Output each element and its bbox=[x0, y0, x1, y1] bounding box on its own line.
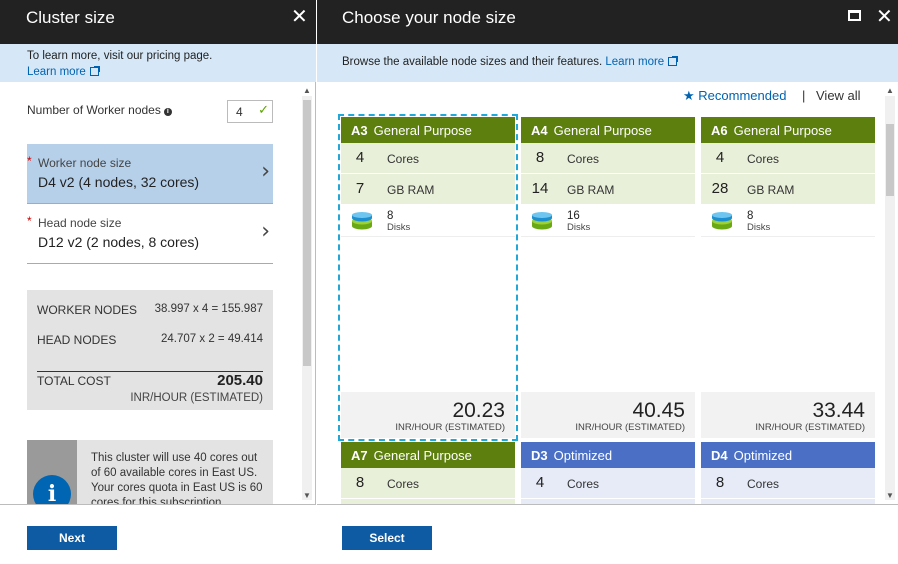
disks-row: 8 Disks bbox=[701, 205, 875, 237]
head-node-size-label: Head node size bbox=[38, 216, 122, 230]
card-header: A3 General Purpose bbox=[341, 117, 515, 143]
quota-notice: i This cluster will use 40 cores out of … bbox=[27, 440, 273, 504]
node-card-a6[interactable]: A6 General Purpose 4 Cores 28 GB RAM 8 Disk… bbox=[701, 117, 875, 438]
disks-row: 16 Disks bbox=[521, 205, 695, 237]
node-card-d3[interactable]: D3 Optimized 4 Cores bbox=[521, 442, 695, 504]
node-size-grid: A3 General Purpose 4 Cores 7 GB RAM 8 Disks… bbox=[317, 114, 883, 504]
filter-separator: | bbox=[802, 88, 806, 103]
cluster-size-blade: Cluster size ✕ To learn more, visit our … bbox=[0, 0, 316, 564]
blade-title: Cluster size bbox=[26, 8, 115, 27]
card-header: D3 Optimized bbox=[521, 442, 695, 468]
chevron-right-icon: › bbox=[261, 219, 270, 244]
blade-footer: Select bbox=[317, 504, 898, 564]
scrollbar[interactable]: ▲ ▼ bbox=[302, 86, 312, 500]
worker-node-size-label: Worker node size bbox=[38, 156, 132, 170]
select-button[interactable]: Select bbox=[342, 526, 432, 550]
learn-more-link[interactable]: Learn more bbox=[605, 56, 679, 68]
cost-summary: WORKER NODES 38.997 x 4 = 155.987 HEAD N… bbox=[27, 290, 273, 410]
filter-recommended[interactable]: ★ Recommended bbox=[683, 88, 786, 104]
node-card-a4[interactable]: A4 General Purpose 8 Cores 14 GB RAM 16 Dis… bbox=[521, 117, 695, 438]
scroll-up-icon[interactable]: ▲ bbox=[303, 86, 311, 95]
info-text: Browse the available node sizes and thei… bbox=[342, 56, 603, 68]
head-node-size-selector[interactable]: * Head node size D12 v2 (2 nodes, 8 core… bbox=[27, 204, 273, 264]
cores-row: 4 Cores bbox=[341, 143, 515, 174]
card-price: 20.23 INR/HOUR (ESTIMATED) bbox=[341, 392, 515, 438]
cores-row: 8 Cores bbox=[521, 143, 695, 174]
total-cost-unit: INR/HOUR (ESTIMATED) bbox=[130, 392, 263, 404]
card-body bbox=[701, 237, 875, 392]
head-node-size-value: D12 v2 (2 nodes, 8 cores) bbox=[38, 234, 200, 250]
scrollbar-thumb[interactable] bbox=[886, 124, 894, 196]
card-header: A7 General Purpose bbox=[341, 442, 515, 468]
disk-icon bbox=[712, 212, 732, 230]
info-text: To learn more, visit our pricing page. bbox=[27, 50, 213, 62]
info-bar: To learn more, visit our pricing page. L… bbox=[0, 44, 316, 82]
ram-row: 28 GB RAM bbox=[701, 174, 875, 205]
node-card-d4[interactable]: D4 Optimized 8 Cores bbox=[701, 442, 875, 504]
node-size-blade: Choose your node size ✕ Browse the avail… bbox=[317, 0, 898, 564]
worker-cost-value: 38.997 x 4 = 155.987 bbox=[154, 303, 263, 315]
close-icon[interactable]: ✕ bbox=[291, 6, 308, 28]
head-cost-value: 24.707 x 2 = 49.414 bbox=[161, 333, 263, 345]
card-price: 40.45 INR/HOUR (ESTIMATED) bbox=[521, 392, 695, 438]
maximize-icon[interactable] bbox=[848, 10, 861, 21]
learn-more-link[interactable]: Learn more bbox=[27, 66, 100, 78]
external-link-icon bbox=[668, 56, 679, 66]
scroll-up-icon[interactable]: ▲ bbox=[886, 86, 894, 95]
disk-icon bbox=[352, 212, 372, 230]
scrollbar[interactable]: ▲ ▼ bbox=[885, 86, 895, 500]
chevron-right-icon: › bbox=[261, 159, 270, 184]
blade-header: Cluster size ✕ bbox=[0, 0, 316, 44]
cores-row: 4 Cores bbox=[701, 143, 875, 174]
worker-node-size-selector[interactable]: * Worker node size D4 v2 (4 nodes, 32 co… bbox=[27, 144, 273, 204]
blade-footer: Next bbox=[0, 504, 316, 564]
worker-cost-label: WORKER NODES bbox=[37, 303, 138, 317]
card-body bbox=[521, 237, 695, 392]
head-cost-label: HEAD NODES bbox=[37, 333, 117, 347]
info-icon[interactable]: i bbox=[163, 108, 172, 116]
scroll-down-icon[interactable]: ▼ bbox=[886, 491, 894, 500]
cores-row: 4 Cores bbox=[521, 468, 695, 499]
checkmark-icon: ✓ bbox=[258, 102, 269, 117]
card-price: 33.44 INR/HOUR (ESTIMATED) bbox=[701, 392, 875, 438]
blade-header: Choose your node size ✕ bbox=[317, 0, 898, 44]
external-link-icon bbox=[89, 66, 100, 76]
cores-row: 8 Cores bbox=[701, 468, 875, 499]
required-asterisk: * bbox=[27, 154, 32, 168]
divider bbox=[27, 263, 273, 264]
card-header: A6 General Purpose bbox=[701, 117, 875, 143]
worker-count-input[interactable]: 4 ✓ bbox=[227, 100, 273, 123]
total-cost-label: TOTAL COST bbox=[37, 374, 111, 388]
card-body bbox=[341, 237, 515, 392]
disk-icon bbox=[532, 212, 552, 230]
quota-text: This cluster will use 40 cores out of 60… bbox=[91, 452, 263, 504]
scrollbar-thumb[interactable] bbox=[303, 100, 311, 366]
disks-row: 8 Disks bbox=[341, 205, 515, 237]
card-header: A4 General Purpose bbox=[521, 117, 695, 143]
node-card-a7[interactable]: A7 General Purpose 8 Cores bbox=[341, 442, 515, 504]
star-icon: ★ bbox=[683, 88, 695, 103]
next-button[interactable]: Next bbox=[27, 526, 117, 550]
worker-node-size-value: D4 v2 (4 nodes, 32 cores) bbox=[38, 174, 200, 190]
worker-count-row: Number of Worker nodes i 4 ✓ bbox=[27, 100, 273, 126]
required-asterisk: * bbox=[27, 214, 32, 228]
blade-title: Choose your node size bbox=[342, 8, 516, 27]
node-card-a3[interactable]: A3 General Purpose 4 Cores 7 GB RAM 8 Disks… bbox=[338, 114, 518, 441]
info-bar: Browse the available node sizes and thei… bbox=[317, 44, 898, 82]
cores-row: 8 Cores bbox=[341, 468, 515, 499]
ram-row: 14 GB RAM bbox=[521, 174, 695, 205]
worker-count-label: Number of Worker nodes i bbox=[27, 103, 172, 117]
scroll-down-icon[interactable]: ▼ bbox=[303, 491, 311, 500]
total-cost-value: 205.40 bbox=[217, 372, 263, 389]
close-icon[interactable]: ✕ bbox=[876, 6, 893, 28]
filter-view-all[interactable]: View all bbox=[816, 88, 861, 103]
ram-row: 7 GB RAM bbox=[341, 174, 515, 205]
card-header: D4 Optimized bbox=[701, 442, 875, 468]
